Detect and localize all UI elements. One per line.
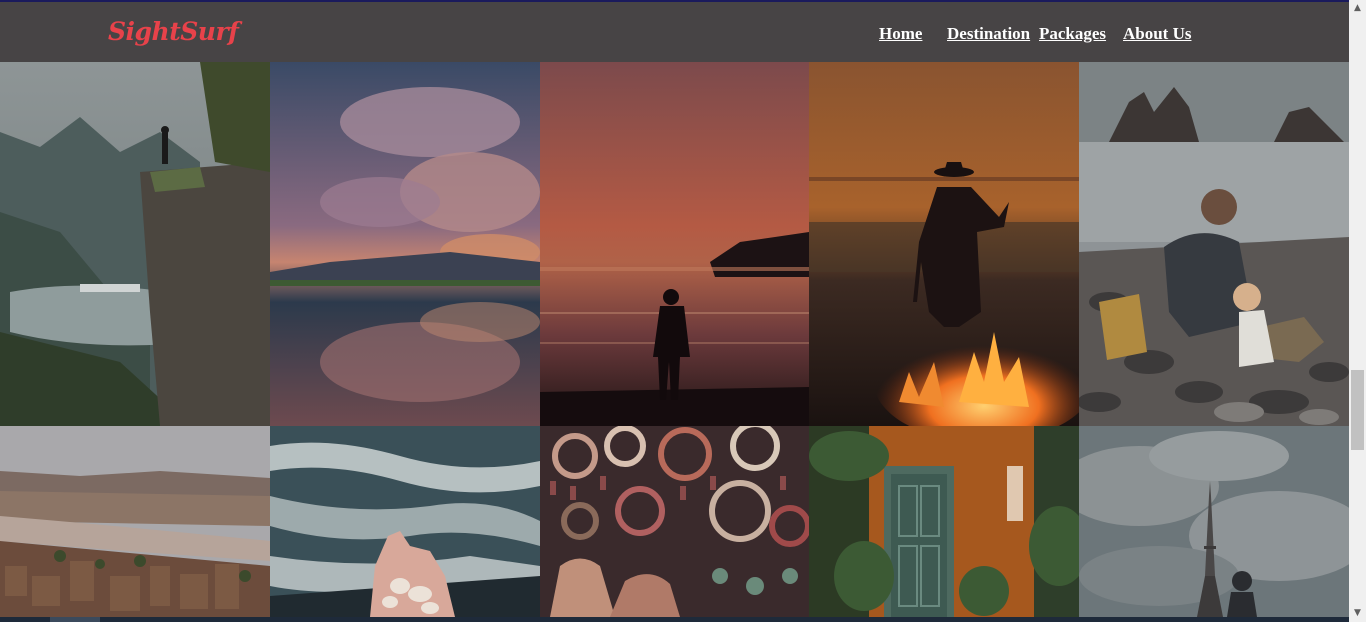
bottom-strip-segment [50, 617, 100, 622]
photo-ocean-wave-seashells[interactable] [270, 426, 540, 617]
photo-gallery [0, 62, 1349, 617]
photo-fjord-cliff-hiker[interactable] [0, 62, 270, 426]
photo-father-child-rocky-beach[interactable] [1079, 62, 1349, 426]
scroll-thumb[interactable] [1351, 370, 1364, 450]
scroll-down-arrow-icon[interactable]: ▼ [1349, 605, 1366, 622]
photo-desert-kasbah-village[interactable] [0, 426, 270, 617]
photo-orange-wall-green-door[interactable] [809, 426, 1079, 617]
photo-campfire-dancer[interactable] [809, 62, 1079, 426]
nav-link-packages[interactable]: Packages [1039, 24, 1106, 44]
photo-sunset-beach-silhouette[interactable] [540, 62, 809, 426]
nav-link-destination[interactable]: Destination [947, 24, 1030, 44]
nav-link-about-us[interactable]: About Us [1123, 24, 1192, 44]
scroll-up-arrow-icon[interactable]: ▲ [1349, 0, 1366, 17]
nav-link-home[interactable]: Home [879, 24, 922, 44]
photo-bazaar-textile-decor[interactable] [540, 426, 809, 617]
site-logo[interactable]: SightSurf [108, 17, 239, 46]
bottom-strip [0, 617, 1349, 622]
navbar: SightSurf Home Destination Packages Abou… [0, 2, 1349, 62]
photo-eiffel-tower-cloudy-sky[interactable] [1079, 426, 1349, 617]
vertical-scrollbar[interactable]: ▲ ▼ [1349, 0, 1366, 622]
photo-cloud-reflection-lake[interactable] [270, 62, 540, 426]
